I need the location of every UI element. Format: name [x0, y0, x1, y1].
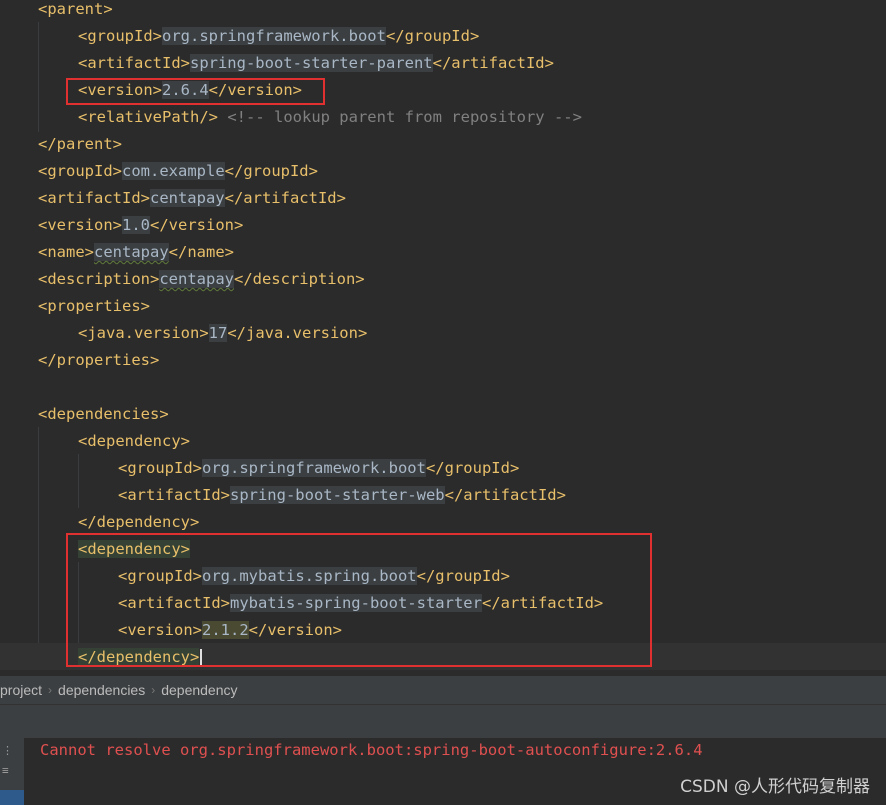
- indent-guide: [38, 22, 39, 132]
- xml-tag: <artifactId>: [38, 189, 150, 207]
- code-line[interactable]: <artifactId>spring-boot-starter-parent</…: [78, 50, 554, 77]
- xml-tag: </java.version>: [227, 324, 368, 342]
- xml-tag: <name>: [38, 243, 94, 261]
- breadcrumb: project › dependencies › dependency: [0, 676, 886, 704]
- code-line[interactable]: <groupId>com.example</groupId>: [38, 158, 318, 185]
- xml-value: 17: [208, 324, 228, 342]
- problems-side-toolbar: ⋮ ≡: [0, 738, 24, 805]
- code-line[interactable]: <version>1.0</version>: [38, 212, 243, 239]
- xml-value: spring-boot-starter-parent: [189, 54, 433, 72]
- xml-value: spring-boot-starter-web: [229, 486, 445, 504]
- xml-value: com.example: [122, 162, 225, 180]
- code-line[interactable]: <parent>: [38, 0, 113, 23]
- xml-value-typo: centapay: [94, 243, 169, 261]
- breadcrumb-item-project[interactable]: project: [0, 682, 48, 698]
- xml-comment: <!-- lookup parent from repository -->: [227, 108, 582, 126]
- xml-tag: </parent>: [38, 135, 122, 153]
- xml-tag: </description>: [233, 270, 365, 288]
- xml-tag: <relativePath/>: [78, 108, 218, 126]
- xml-tag: <description>: [38, 270, 160, 288]
- tool-window-header: [0, 704, 886, 739]
- xml-tag: <properties>: [38, 297, 150, 315]
- xml-tag: <artifactId>: [118, 486, 230, 504]
- breadcrumb-item-dependencies[interactable]: dependencies: [52, 682, 151, 698]
- xml-tag: </groupId>: [385, 27, 480, 45]
- code-line[interactable]: <relativePath/> <!-- lookup parent from …: [78, 104, 582, 131]
- xml-tag: </groupId>: [224, 162, 318, 180]
- indent-guide: [38, 427, 39, 667]
- xml-value: org.springframework.boot: [162, 27, 386, 45]
- xml-tag: </properties>: [38, 351, 160, 369]
- code-line[interactable]: <dependency>: [78, 428, 190, 455]
- code-line[interactable]: </properties>: [38, 347, 159, 374]
- xml-tag: </version>: [150, 216, 244, 234]
- code-line[interactable]: <groupId>org.springframework.boot</group…: [118, 455, 519, 482]
- xml-value: org.springframework.boot: [202, 459, 426, 477]
- xml-value-typo: centapay: [159, 270, 234, 288]
- code-line[interactable]: <properties>: [38, 293, 150, 320]
- active-tool-indicator: [0, 790, 24, 805]
- parent-version-highlight-box: [66, 78, 325, 105]
- xml-tag: <dependencies>: [38, 405, 169, 423]
- xml-tag: </groupId>: [425, 459, 520, 477]
- xml-tag: <dependency>: [78, 432, 190, 450]
- xml-tag: <groupId>: [78, 27, 162, 45]
- xml-tag: </artifactId>: [444, 486, 566, 504]
- xml-tag: <groupId>: [38, 162, 122, 180]
- code-line[interactable]: <java.version>17</java.version>: [78, 320, 367, 347]
- xml-tag: </name>: [168, 243, 234, 261]
- collapse-icon[interactable]: ⋮: [2, 744, 16, 758]
- code-line[interactable]: <artifactId>centapay</artifactId>: [38, 185, 346, 212]
- xml-tag: <artifactId>: [78, 54, 190, 72]
- indent-guide: [78, 454, 79, 508]
- xml-tag: </artifactId>: [432, 54, 554, 72]
- xml-tag: <groupId>: [118, 459, 202, 477]
- xml-tag: </artifactId>: [224, 189, 346, 207]
- xml-tag: <parent>: [38, 0, 113, 18]
- code-line[interactable]: <dependencies>: [38, 401, 169, 428]
- xml-tag: <java.version>: [78, 324, 209, 342]
- xml-value: centapay: [149, 189, 225, 207]
- code-editor[interactable]: <parent> <groupId>org.springframework.boo…: [0, 0, 886, 670]
- watermark: CSDN @人形代码复制器: [680, 777, 870, 797]
- code-line[interactable]: <artifactId>spring-boot-starter-web</art…: [118, 482, 566, 509]
- xml-tag: <version>: [38, 216, 122, 234]
- code-line[interactable]: <groupId>org.springframework.boot</group…: [78, 23, 479, 50]
- filter-icon[interactable]: ≡: [2, 764, 16, 778]
- breadcrumb-item-dependency[interactable]: dependency: [155, 682, 243, 698]
- code-line[interactable]: </dependency>: [78, 509, 199, 536]
- code-line[interactable]: </parent>: [38, 131, 122, 158]
- mybatis-dependency-highlight-box: [66, 533, 652, 667]
- error-message[interactable]: Cannot resolve org.springframework.boot:…: [40, 741, 703, 759]
- xml-tag: </dependency>: [78, 513, 200, 531]
- code-line[interactable]: <description>centapay</description>: [38, 266, 365, 293]
- code-line[interactable]: <name>centapay</name>: [38, 239, 234, 266]
- xml-value: 1.0: [122, 216, 150, 234]
